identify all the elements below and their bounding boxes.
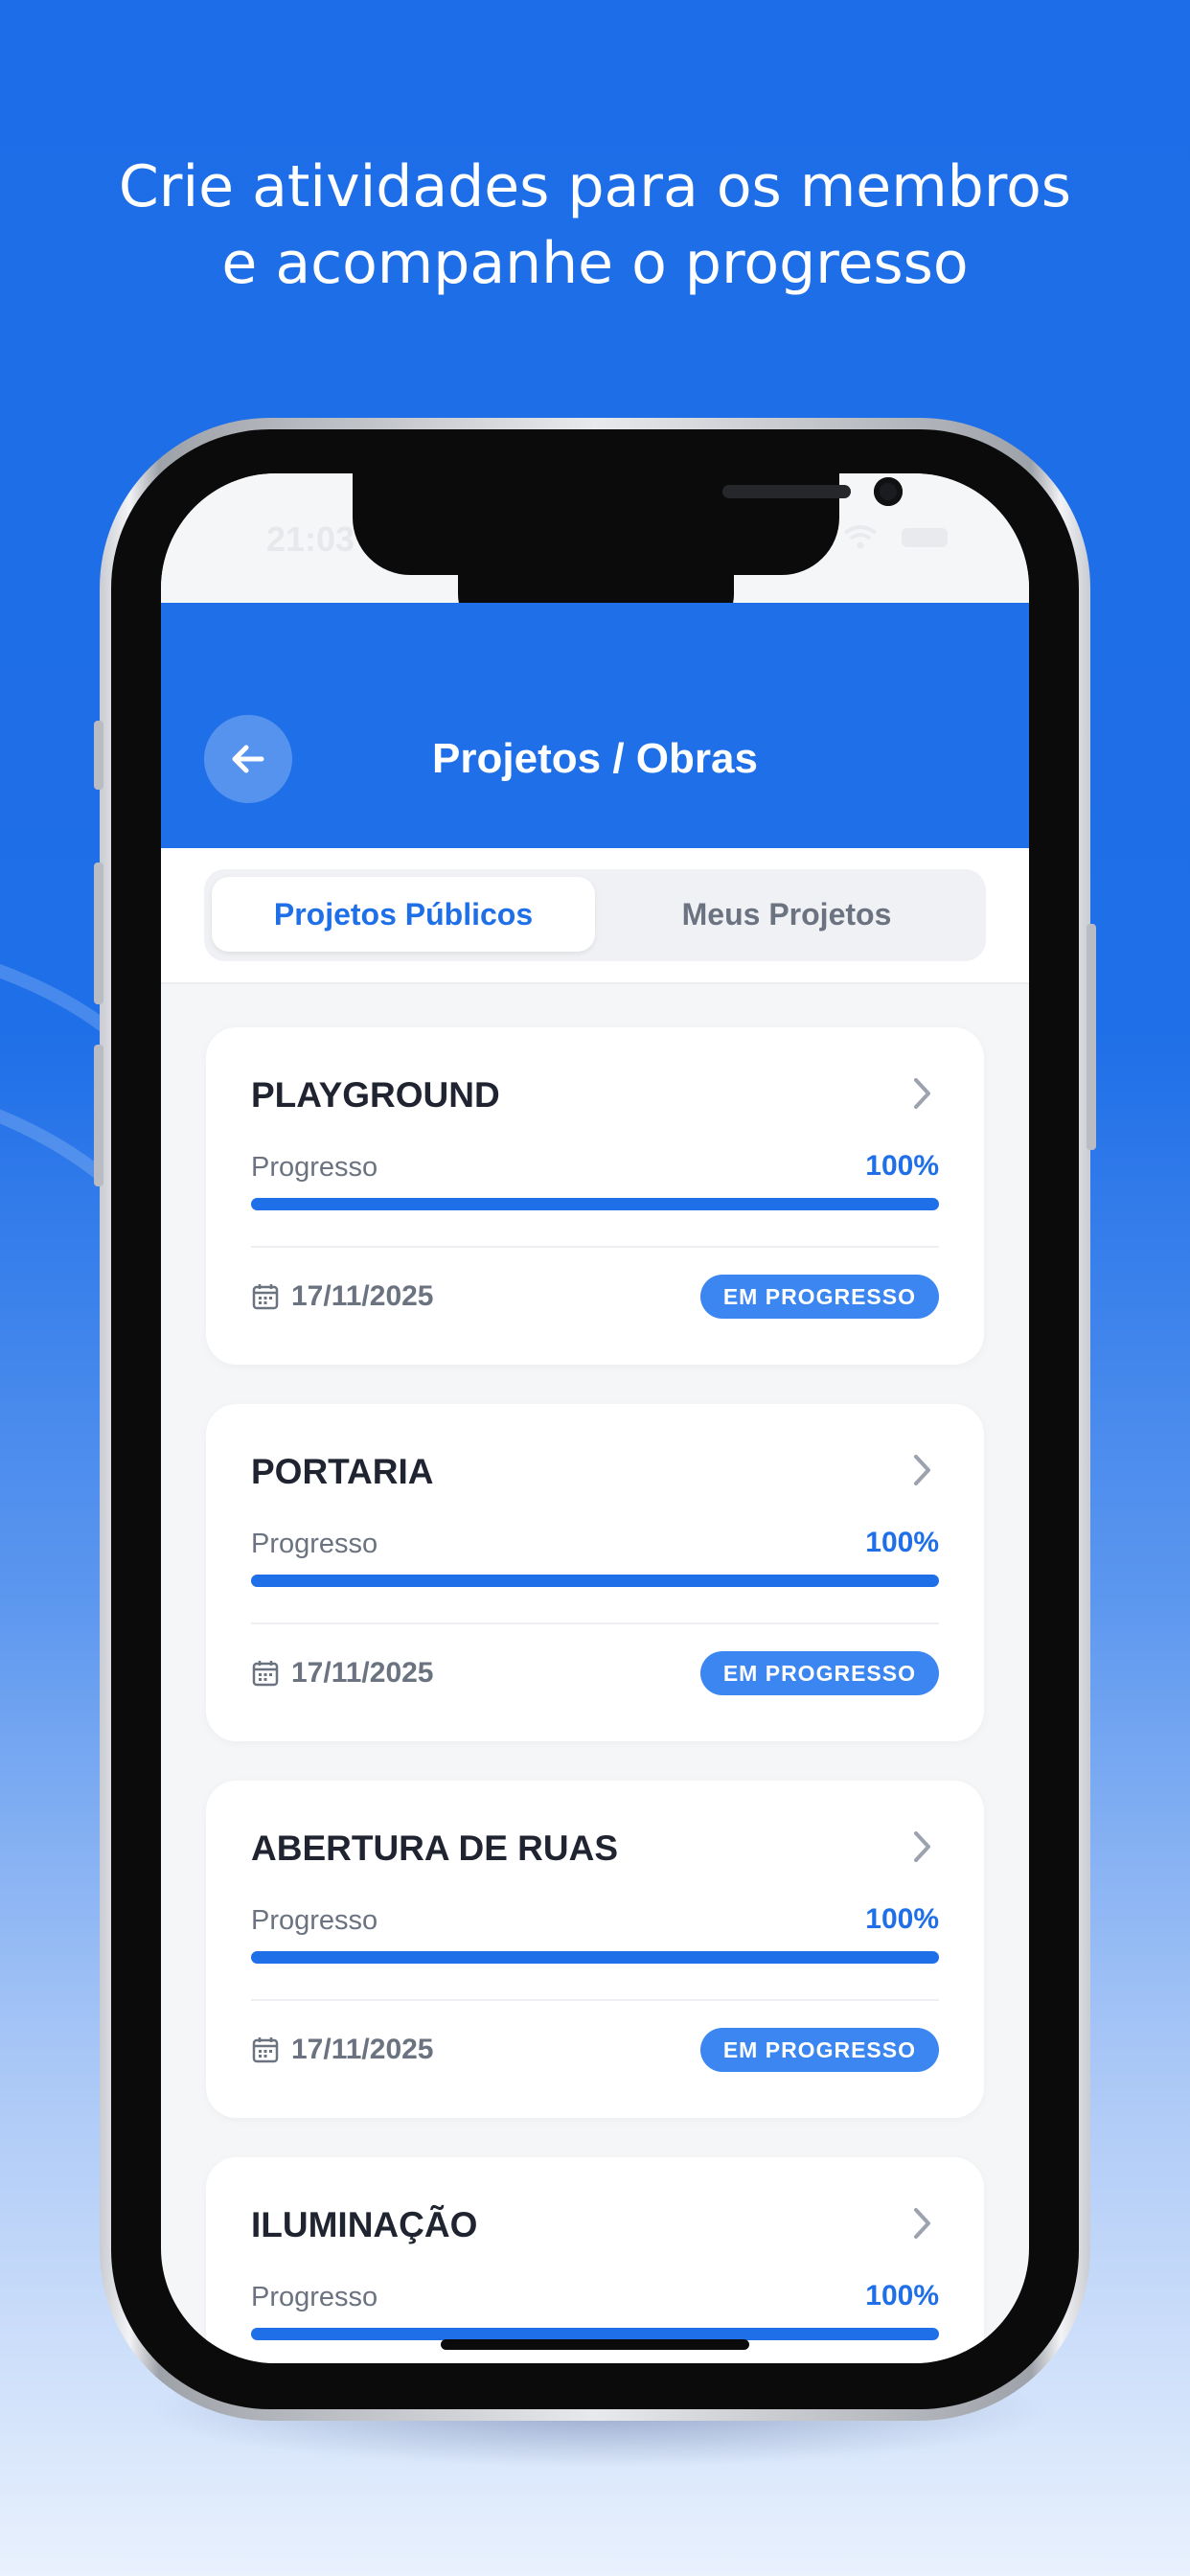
project-date: 17/11/2025 <box>291 1280 434 1312</box>
date-row: 17/11/2025 <box>251 1280 434 1313</box>
battery-icon <box>902 528 948 547</box>
volume-up-button <box>94 862 103 1004</box>
headline-line-2: e acompanhe o progresso <box>221 230 969 297</box>
project-title: PORTARIA <box>251 1452 434 1491</box>
chevron-right-icon <box>914 1831 930 1862</box>
project-date: 17/11/2025 <box>291 2034 434 2065</box>
calendar-icon <box>252 1661 279 1687</box>
progress-bar <box>251 1951 939 1964</box>
segmented-control: Projetos Públicos Meus Projetos <box>204 869 986 961</box>
status-icons <box>841 523 952 557</box>
calendar-icon <box>252 1284 279 1310</box>
project-title: ABERTURA DE RUAS <box>251 1828 619 1868</box>
page-title: Projetos / Obras <box>432 735 758 782</box>
status-badge: EM PROGRESSO <box>699 2028 939 2072</box>
tab-projetos-publicos[interactable]: Projetos Públicos <box>212 877 595 952</box>
speaker-grille <box>722 485 851 498</box>
progress-label: Progresso <box>251 1529 378 1559</box>
progress-value: 100% <box>865 1150 939 1182</box>
project-title: PLAYGROUND <box>251 1075 500 1115</box>
status-badge: EM PROGRESSO <box>699 1651 939 1695</box>
calendar-icon <box>252 2037 279 2063</box>
divider <box>251 1622 939 1624</box>
project-card[interactable]: PLAYGROUND Progresso 100% 17/11/2025 EM … <box>206 1027 984 1365</box>
front-camera <box>874 477 903 506</box>
chevron-right-icon <box>914 1455 930 1485</box>
progress-value: 100% <box>865 2280 939 2312</box>
divider <box>251 1999 939 2001</box>
headline: Crie atividades para os membros e acompa… <box>0 149 1190 302</box>
progress-bar <box>251 1198 939 1210</box>
progress-bar-fill <box>251 1198 939 1210</box>
project-title: ILUMINAÇÃO <box>251 2205 478 2244</box>
progress-label: Progresso <box>251 1905 378 1936</box>
headline-line-1: Crie atividades para os membros <box>118 153 1072 220</box>
status-time: 21:03 <box>266 519 355 559</box>
progress-bar-fill <box>251 1951 939 1964</box>
status-badge: EM PROGRESSO <box>699 1275 939 1319</box>
project-date: 17/11/2025 <box>291 1657 434 1689</box>
date-row: 17/11/2025 <box>251 2034 434 2066</box>
progress-value: 100% <box>865 1527 939 1558</box>
project-card[interactable]: PORTARIA Progresso 100% 17/11/2025 EM PR… <box>206 1404 984 1741</box>
tab-meus-projetos[interactable]: Meus Projetos <box>595 877 978 952</box>
power-button <box>1087 924 1096 1150</box>
progress-bar-fill <box>251 1575 939 1587</box>
tabs-container: Projetos Públicos Meus Projetos <box>161 848 1029 984</box>
chevron-right-icon <box>914 1078 930 1109</box>
progress-bar <box>251 1575 939 1587</box>
chevron-right-icon <box>914 2208 930 2239</box>
divider <box>251 1246 939 1248</box>
project-card[interactable]: ILUMINAÇÃO Progresso 100% <box>206 2157 984 2363</box>
home-indicator[interactable] <box>441 2339 749 2350</box>
progress-label: Progresso <box>251 2282 378 2312</box>
progress-label: Progresso <box>251 1152 378 1183</box>
project-card[interactable]: ABERTURA DE RUAS Progresso 100% 17/11/20… <box>206 1781 984 2118</box>
date-row: 17/11/2025 <box>251 1657 434 1690</box>
wifi-icon <box>844 525 878 549</box>
progress-value: 100% <box>865 1903 939 1935</box>
mute-switch <box>94 721 103 790</box>
phone-screen: 21:03 Projetos / Obras Projetos Públicos <box>161 473 1029 2363</box>
volume-down-button <box>94 1045 103 1186</box>
app-header: Projetos / Obras <box>161 603 1029 848</box>
